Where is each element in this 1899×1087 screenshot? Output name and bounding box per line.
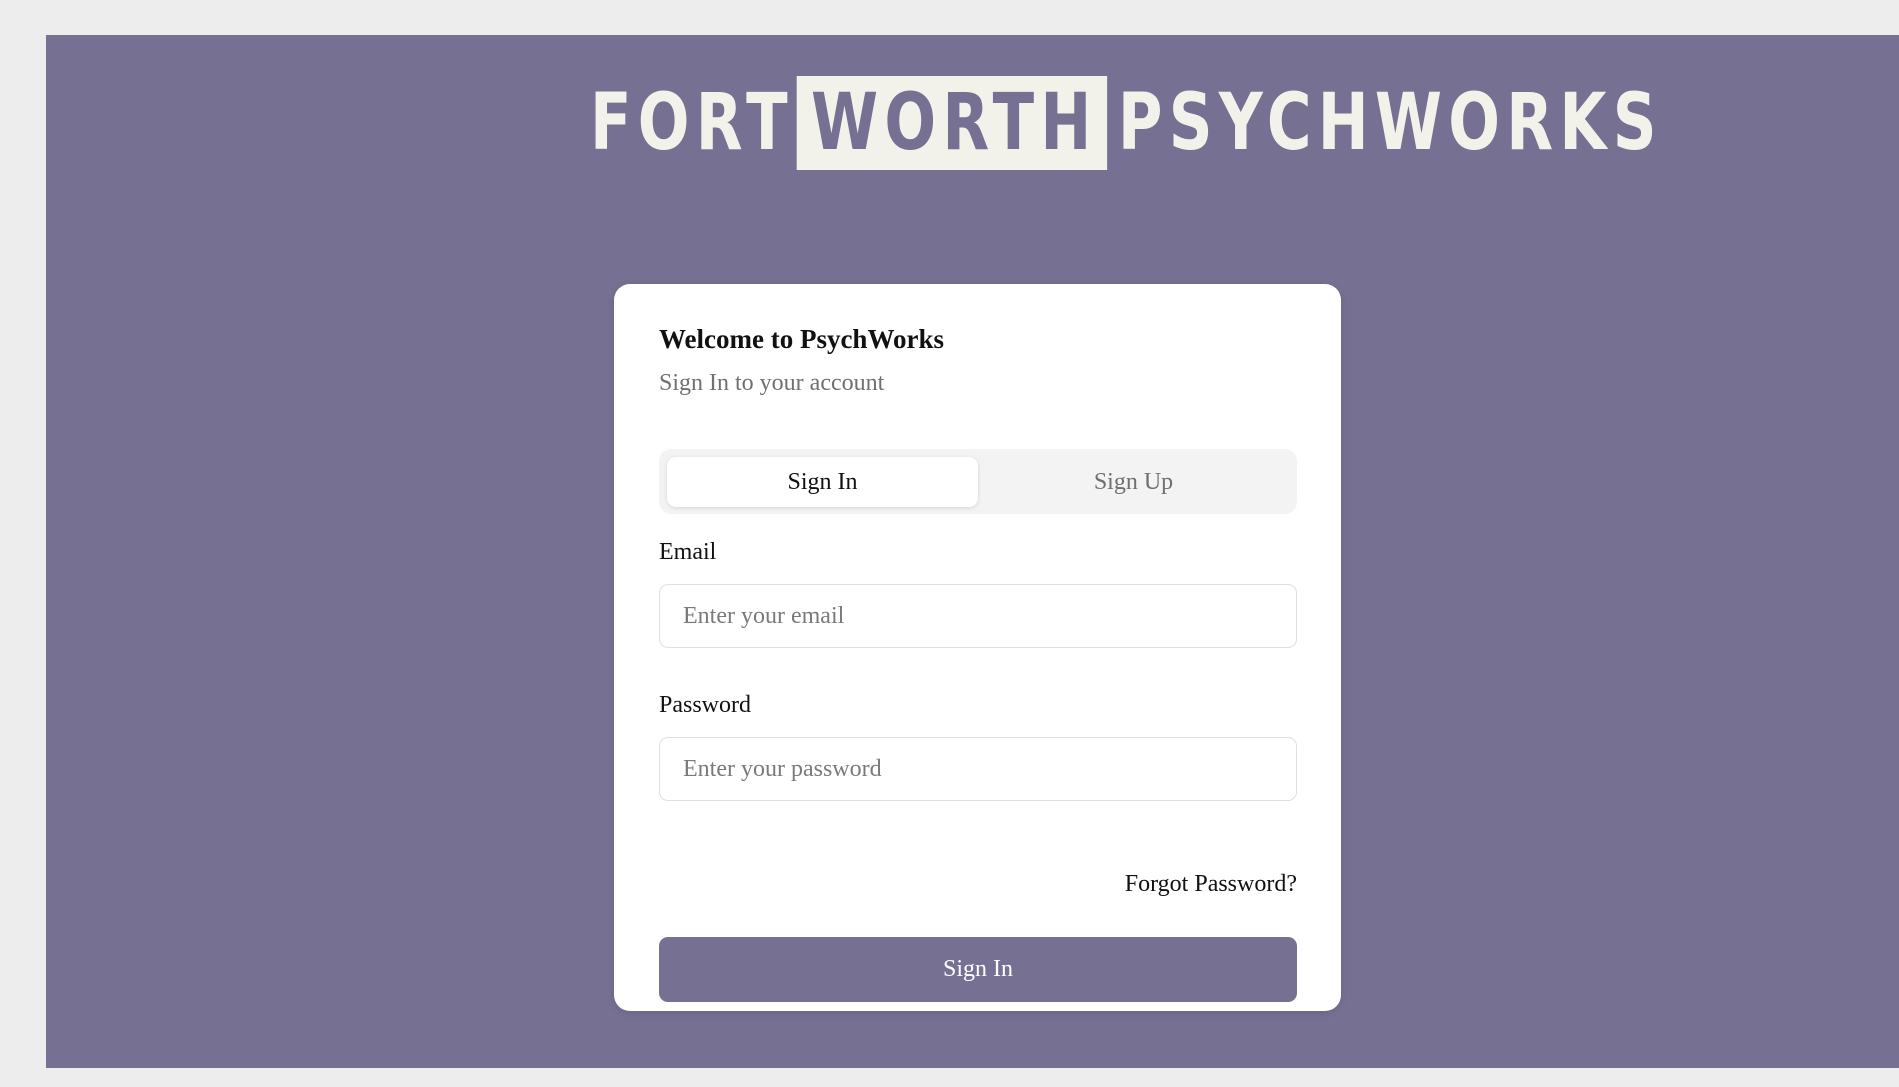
page-background: FORT WORTH PSYCHWORKS Welcome to PsychWo… (46, 35, 1899, 1068)
tab-sign-in[interactable]: Sign In (667, 457, 978, 507)
logo-word-worth: WORTH (796, 76, 1107, 170)
email-field[interactable] (659, 584, 1297, 648)
logo-word-fort: FORT (590, 78, 794, 168)
password-label: Password (659, 692, 752, 718)
fort-worth-psychworks-logo: FORT WORTH PSYCHWORKS (590, 75, 1663, 171)
login-card: Welcome to PsychWorks Sign In to your ac… (614, 284, 1341, 1011)
tab-sign-up[interactable]: Sign Up (978, 457, 1289, 507)
forgot-password-link[interactable]: Forgot Password? (1125, 871, 1297, 898)
card-title: Welcome to PsychWorks (659, 324, 944, 354)
logo-word-psychworks: PSYCHWORKS (1117, 78, 1663, 168)
email-label: Email (659, 539, 717, 565)
sign-in-button[interactable]: Sign In (659, 937, 1297, 1002)
password-field[interactable] (659, 737, 1297, 801)
auth-tabs: Sign In Sign Up (659, 449, 1297, 514)
card-subtitle: Sign In to your account (659, 370, 885, 396)
